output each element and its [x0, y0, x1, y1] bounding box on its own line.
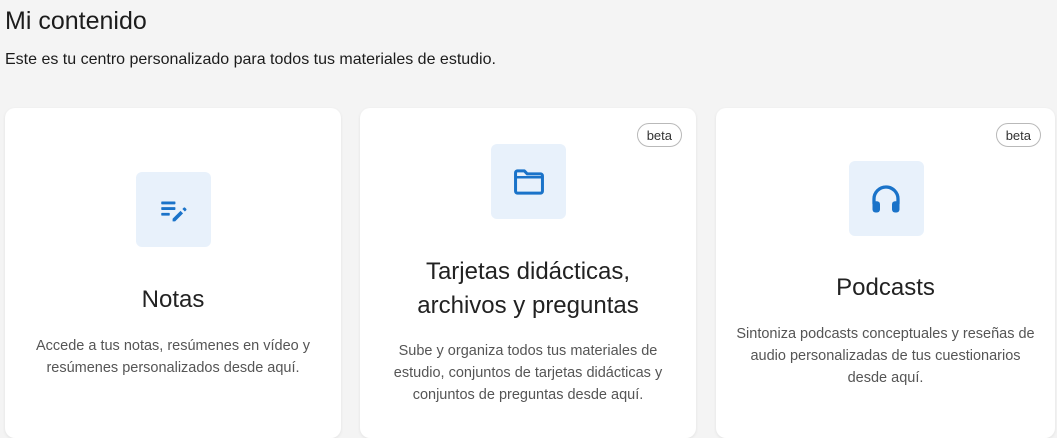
flashcards-icon-tile: [491, 144, 566, 219]
page-subtitle: Este es tu centro personalizado para tod…: [5, 51, 496, 68]
podcasts-card[interactable]: beta Podcasts Sintoniza podcasts concept…: [716, 108, 1055, 438]
beta-badge: beta: [995, 123, 1041, 147]
headphones-icon: [868, 181, 904, 217]
beta-badge: beta: [636, 123, 682, 147]
notes-icon-tile: [136, 172, 211, 247]
notes-edit-icon: [157, 193, 191, 227]
flashcards-card-title: Tarjetas didácticas, archivos y pregunta…: [417, 258, 639, 319]
podcasts-card-description: Sintoniza podcasts conceptuales y reseña…: [736, 326, 1035, 386]
notes-card-title: Notas: [141, 286, 205, 313]
notes-card[interactable]: Notas Accede a tus notas, resúmenes en v…: [5, 108, 341, 438]
page-title: Mi contenido: [5, 7, 147, 35]
notes-card-description: Accede a tus notas, resúmenes en vídeo y…: [35, 338, 311, 376]
flashcards-card-description: Sube y organiza todos tus materiales de …: [393, 343, 663, 403]
podcasts-card-title: Podcasts: [836, 274, 935, 301]
podcasts-icon-tile: [848, 161, 924, 236]
flashcards-card[interactable]: beta Tarjetas didácticas, archivos y pre…: [360, 108, 696, 438]
folder-icon: [510, 163, 548, 201]
